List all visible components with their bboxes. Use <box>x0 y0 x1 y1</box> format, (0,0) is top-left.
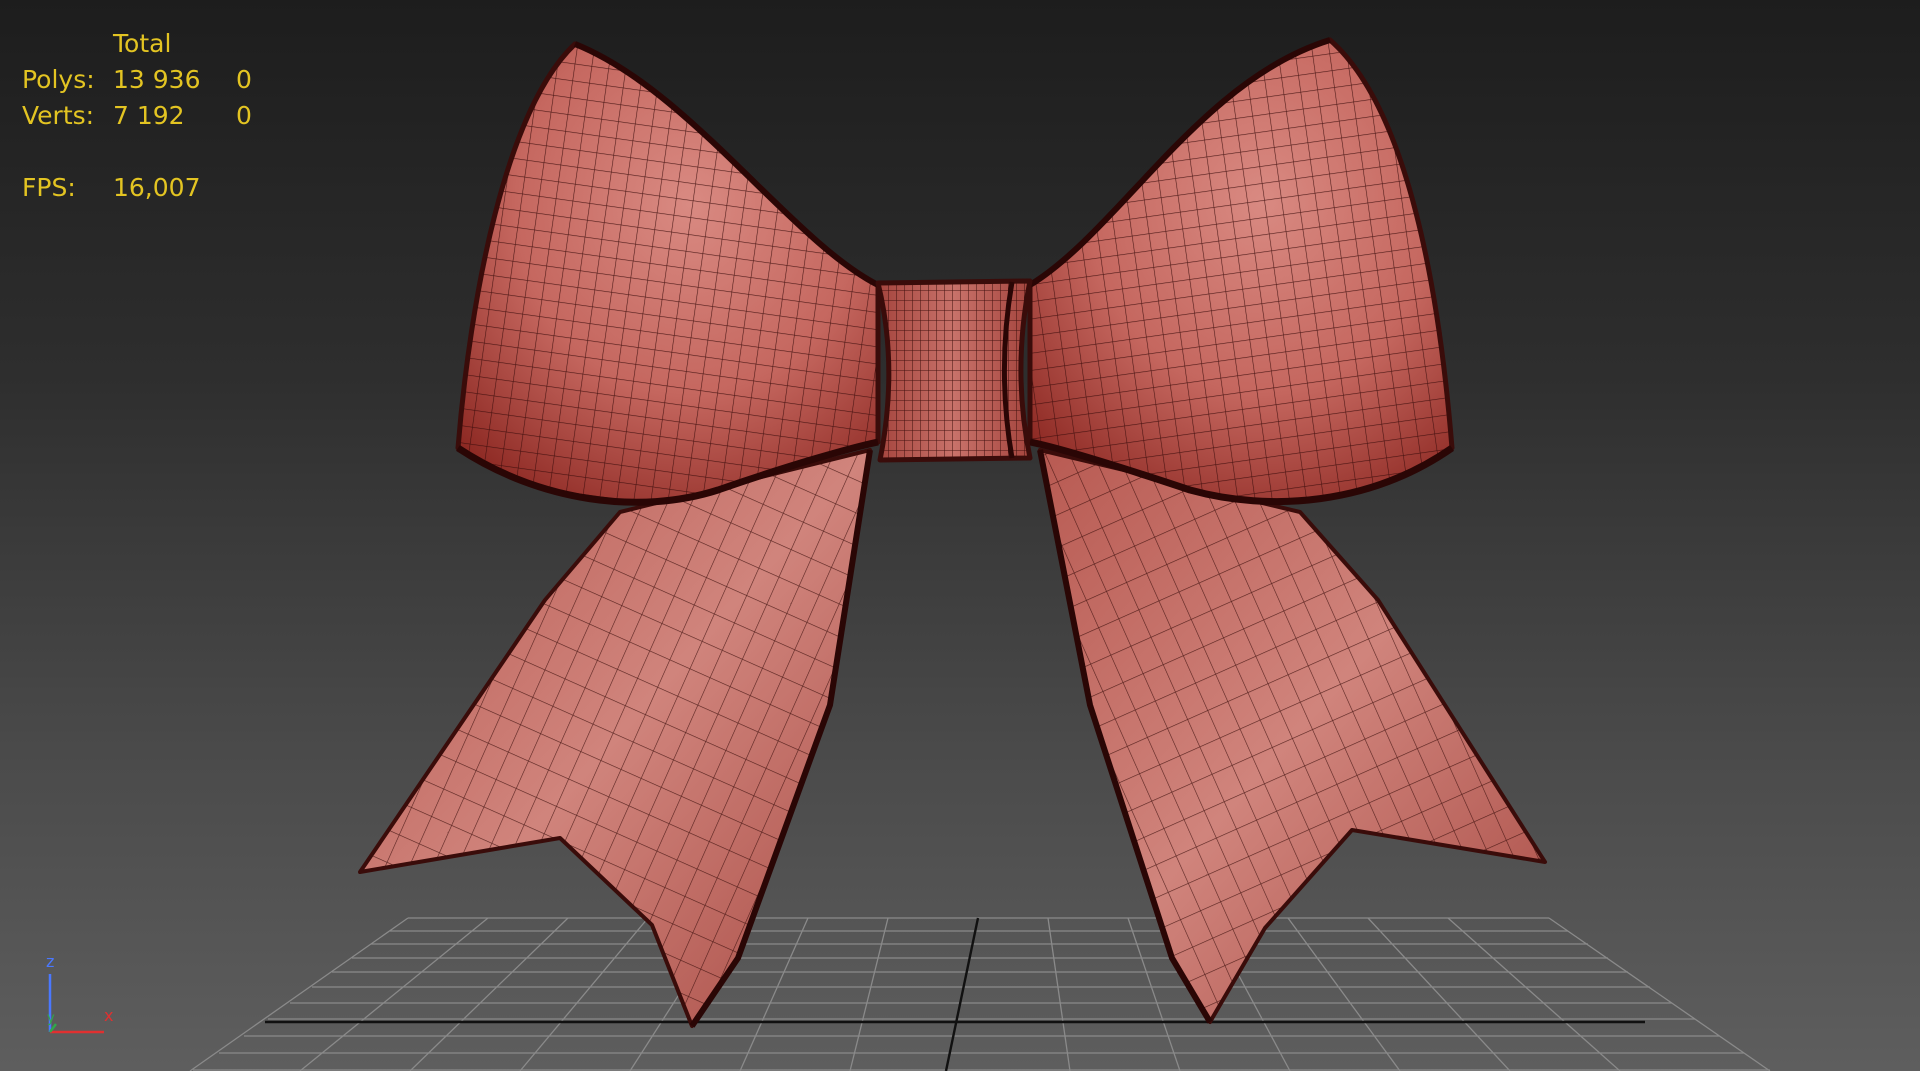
viewport-perspective[interactable]: Total Polys: 13 936 0 Verts: 7 192 0 FPS… <box>0 0 1920 1071</box>
grid-center-axis-line <box>944 917 980 1071</box>
axis-y-label: y <box>47 1011 55 1026</box>
fps-label: FPS: <box>22 173 76 202</box>
stats-total-header: Total <box>113 29 172 58</box>
axis-x-label: x <box>104 1006 114 1025</box>
bow-left-tail <box>358 448 873 1028</box>
fps-value: 16,007 <box>113 173 201 202</box>
polys-selected-value: 0 <box>236 65 252 94</box>
scene-render <box>189 37 1771 1071</box>
verts-selected-value: 0 <box>236 101 252 130</box>
ground-grid <box>189 917 1771 1071</box>
polys-label: Polys: <box>22 65 95 94</box>
bow-center-knot <box>875 278 1033 463</box>
bow-model[interactable] <box>358 37 1547 1028</box>
grid-depth-lines <box>189 917 1771 1071</box>
verts-total-value: 7 192 <box>113 101 185 130</box>
verts-label: Verts: <box>22 101 95 130</box>
axis-tripod-gizmo: z y x <box>38 950 128 1040</box>
polys-total-value: 13 936 <box>113 65 201 94</box>
bow-left-loop <box>455 41 881 506</box>
axis-z-label: z <box>46 952 55 971</box>
bow-right-loop <box>1027 37 1455 506</box>
